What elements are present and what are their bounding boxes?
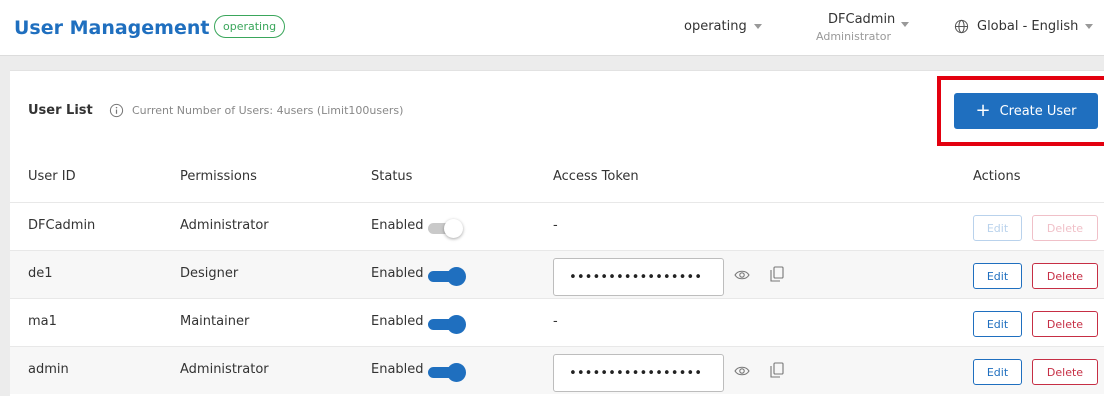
column-header-access-token: Access Token: [553, 169, 639, 184]
user-id-cell: DFCadmin: [28, 218, 96, 233]
user-id-cell: ma1: [28, 314, 57, 329]
user-role: Administrator: [816, 30, 891, 43]
table-row: admin Administrator Enabled ••••••••••••…: [10, 346, 1104, 394]
column-header-status: Status: [371, 169, 413, 184]
chevron-down-icon: [901, 22, 909, 27]
user-id-cell: admin: [28, 362, 69, 377]
copy-icon[interactable]: [770, 362, 784, 378]
edit-button[interactable]: Edit: [973, 263, 1022, 289]
edit-button[interactable]: Edit: [973, 359, 1022, 385]
user-list-card: User List Current Number of Users: 4user…: [10, 70, 1104, 396]
eye-icon[interactable]: [734, 365, 750, 377]
eye-icon[interactable]: [734, 269, 750, 281]
top-bar: User Management operating operating DFCa…: [0, 0, 1104, 56]
create-user-label: Create User: [999, 103, 1077, 119]
status-toggle[interactable]: [428, 267, 468, 286]
access-token-cell: -: [553, 218, 558, 233]
status-toggle[interactable]: [428, 363, 468, 382]
user-name: DFCadmin: [828, 12, 896, 27]
column-header-permissions: Permissions: [180, 169, 257, 184]
status-cell: Enabled: [371, 362, 424, 377]
globe-icon: [954, 19, 969, 34]
access-token-field[interactable]: •••••••••••••••••: [553, 258, 724, 296]
status-cell: Enabled: [371, 218, 424, 233]
create-user-button[interactable]: + Create User: [954, 93, 1098, 129]
permissions-cell: Administrator: [180, 218, 269, 233]
status-toggle[interactable]: [428, 315, 468, 334]
column-header-actions: Actions: [973, 169, 1021, 184]
delete-button[interactable]: Delete: [1032, 311, 1098, 337]
info-icon: [109, 103, 124, 118]
column-header-user-id: User ID: [28, 169, 76, 184]
status-cell: Enabled: [371, 266, 424, 281]
page-title: User Management: [14, 17, 210, 39]
chevron-down-icon: [1085, 24, 1094, 29]
status-cell: Enabled: [371, 314, 424, 329]
edit-button[interactable]: Edit: [973, 215, 1022, 241]
user-id-cell: de1: [28, 266, 53, 281]
copy-icon[interactable]: [770, 266, 784, 282]
table-row: de1 Designer Enabled ••••••••••••••••• E…: [10, 250, 1104, 298]
table-row: ma1 Maintainer Enabled - Edit Delete: [10, 298, 1104, 346]
edit-button[interactable]: Edit: [973, 311, 1022, 337]
delete-button[interactable]: Delete: [1032, 215, 1098, 241]
language-dropdown[interactable]: Global - English: [954, 19, 1094, 34]
status-toggle[interactable]: [428, 219, 468, 238]
user-list-title: User List: [28, 103, 93, 118]
table-row: DFCadmin Administrator Enabled - Edit De…: [10, 202, 1104, 250]
environment-dropdown[interactable]: operating: [684, 19, 762, 34]
access-token-cell: -: [553, 314, 558, 329]
delete-button[interactable]: Delete: [1032, 263, 1098, 289]
permissions-cell: Maintainer: [180, 314, 250, 329]
environment-badge: operating: [214, 15, 286, 38]
user-count-info: Current Number of Users: 4users (Limit10…: [132, 104, 404, 117]
permissions-cell: Designer: [180, 266, 239, 281]
environment-dropdown-label: operating: [684, 19, 747, 34]
access-token-field[interactable]: •••••••••••••••••: [553, 354, 724, 392]
language-label: Global - English: [977, 19, 1079, 34]
plus-icon: +: [975, 100, 991, 121]
delete-button[interactable]: Delete: [1032, 359, 1098, 385]
permissions-cell: Administrator: [180, 362, 269, 377]
chevron-down-icon: [753, 24, 762, 29]
